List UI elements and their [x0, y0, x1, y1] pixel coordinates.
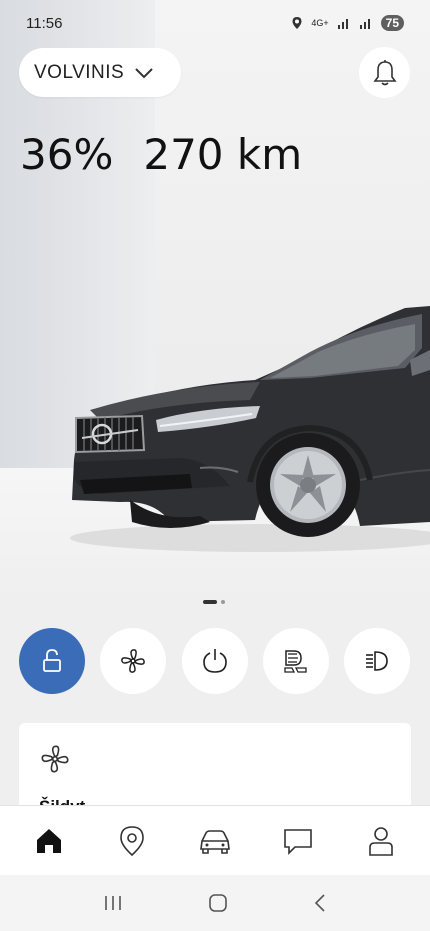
vehicle-stats: 36% 270 km [20, 130, 302, 179]
engine-start-button[interactable] [182, 628, 248, 694]
chat-icon [283, 828, 312, 855]
nav-profile[interactable] [351, 811, 411, 871]
car-image [70, 306, 430, 552]
fan-icon [121, 649, 145, 673]
network-type: 4G+ [311, 18, 329, 28]
signal-icon [359, 19, 370, 29]
person-icon [368, 826, 393, 856]
nav-car[interactable] [185, 811, 245, 871]
unlocked-padlock-icon [43, 649, 61, 672]
car-icon [200, 829, 230, 854]
system-navigation-bar [0, 875, 430, 931]
status-icons: 4G+ 75 [291, 15, 404, 31]
carousel-dot [221, 600, 225, 604]
headlights-button[interactable] [344, 628, 410, 694]
home-icon [37, 828, 62, 853]
recent-apps-icon[interactable] [103, 894, 123, 912]
notifications-button[interactable] [359, 47, 410, 98]
bell-icon [372, 59, 397, 85]
high-beam-button[interactable] [263, 628, 329, 694]
fan-icon [41, 745, 69, 773]
status-bar: 11:56 4G+ 75 [0, 0, 430, 46]
carousel-indicator [203, 600, 225, 604]
home-button-icon[interactable] [208, 893, 228, 913]
signal-icon [337, 19, 348, 29]
back-icon[interactable] [313, 893, 327, 913]
bottom-navigation [0, 805, 430, 875]
nav-map[interactable] [102, 811, 162, 871]
high-beam-icon [284, 650, 307, 673]
car-name: VOLVINIS [34, 61, 125, 83]
status-time: 11:56 [26, 14, 63, 32]
car-selector-dropdown[interactable]: VOLVINIS [19, 48, 181, 97]
nav-home[interactable] [19, 811, 79, 871]
battery-percent: 36% [20, 130, 114, 179]
power-icon [203, 649, 227, 673]
range-value: 270 km [143, 130, 303, 179]
climate-button[interactable] [100, 628, 166, 694]
unlock-button[interactable] [19, 628, 85, 694]
location-icon [292, 17, 302, 29]
nav-messages[interactable] [268, 811, 328, 871]
location-pin-icon [120, 825, 144, 856]
battery-indicator: 75 [380, 15, 404, 31]
chevron-down-icon [135, 67, 153, 78]
headlight-icon [366, 651, 388, 671]
carousel-dot-active [203, 600, 217, 604]
